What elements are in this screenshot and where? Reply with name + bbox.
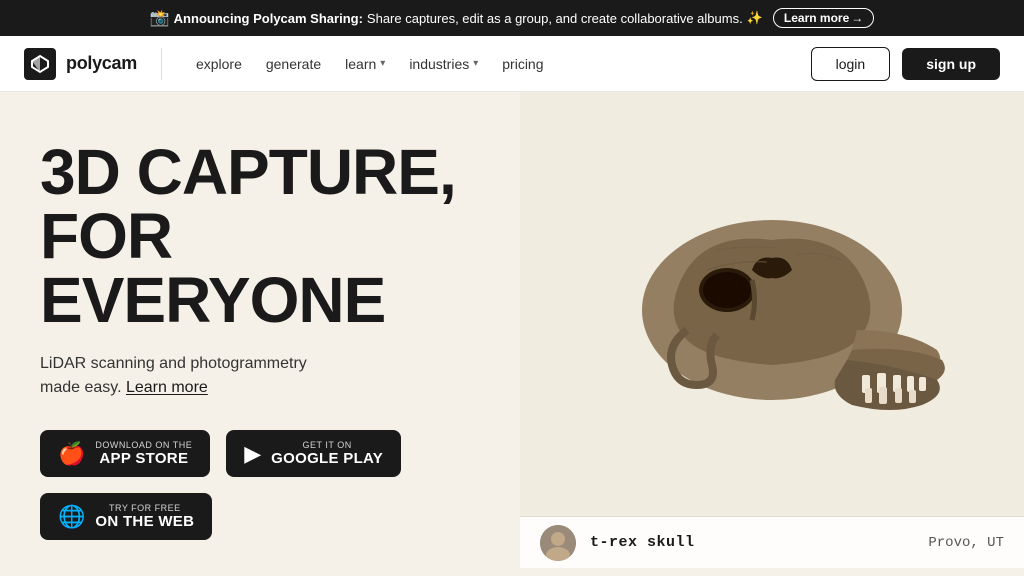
play-icon: ▶: [244, 443, 261, 465]
try-free-large-text: ON THE WEB: [95, 513, 194, 530]
app-store-text: DOWNLOAD ON THE APP STORE: [95, 440, 192, 467]
nav-links: explore generate learn ▾ industries ▾ pr…: [186, 50, 811, 78]
caption-title: t-rex skull: [590, 534, 695, 551]
nav-divider: [161, 48, 162, 80]
main-layout: 3D CAPTURE, FOR EVERYONE LiDAR scanning …: [0, 92, 1024, 568]
skull-svg: [597, 190, 947, 470]
login-button[interactable]: login: [811, 47, 891, 81]
hero-title-line2: EVERYONE: [40, 264, 385, 336]
nav-industries-chevron: ▾: [473, 58, 478, 69]
right-panel: t-rex skull Provo, UT: [520, 92, 1024, 568]
signup-button[interactable]: sign up: [902, 48, 1000, 80]
announcement-bold: Announcing Polycam Sharing:: [174, 11, 363, 26]
logo-area[interactable]: polycam: [24, 48, 137, 80]
hero-subtitle: LiDAR scanning and photogrammetrymade ea…: [40, 352, 480, 400]
web-icon: 🌐: [58, 506, 85, 528]
caption-location: Provo, UT: [928, 535, 1004, 551]
caption-avatar: [540, 525, 576, 561]
try-free-button[interactable]: 🌐 TRY FOR FREE ON THE WEB: [40, 493, 212, 540]
nav-pricing[interactable]: pricing: [492, 50, 553, 78]
left-panel: 3D CAPTURE, FOR EVERYONE LiDAR scanning …: [0, 92, 520, 568]
try-free-small-text: TRY FOR FREE: [95, 503, 194, 513]
google-play-small-text: GET IT ON: [271, 440, 383, 450]
google-play-button[interactable]: ▶ GET IT ON GOOGLE PLAY: [226, 430, 401, 477]
nav-learn[interactable]: learn ▾: [335, 50, 395, 78]
app-store-small-text: DOWNLOAD ON THE: [95, 440, 192, 450]
bottom-caption: t-rex skull Provo, UT: [520, 516, 1024, 568]
hero-learn-more-link[interactable]: Learn more: [126, 379, 208, 396]
google-play-large-text: GOOGLE PLAY: [271, 450, 383, 467]
announcement-sparkle: ✨: [747, 10, 763, 26]
nav-industries-label: industries: [409, 56, 469, 72]
announcement-bar: 📸 Announcing Polycam Sharing: Share capt…: [0, 0, 1024, 36]
app-store-button[interactable]: 🍎 DOWNLOAD ON THE APP STORE: [40, 430, 210, 477]
nav-learn-chevron: ▾: [380, 58, 385, 69]
try-free-row: 🌐 TRY FOR FREE ON THE WEB: [40, 493, 480, 540]
apple-icon: 🍎: [58, 443, 85, 465]
nav-industries[interactable]: industries ▾: [399, 50, 488, 78]
app-store-large-text: APP STORE: [95, 450, 192, 467]
try-free-text: TRY FOR FREE ON THE WEB: [95, 503, 194, 530]
nav-pricing-label: pricing: [502, 56, 543, 72]
nav-generate-label: generate: [266, 56, 321, 72]
nav-explore-label: explore: [196, 56, 242, 72]
announcement-learn-more-label: Learn more: [784, 11, 849, 25]
announcement-arrow: →: [851, 11, 863, 25]
google-play-text: GET IT ON GOOGLE PLAY: [271, 440, 383, 467]
announcement-description: Share captures, edit as a group, and cre…: [367, 11, 743, 26]
cta-buttons: 🍎 DOWNLOAD ON THE APP STORE ▶ GET IT ON …: [40, 430, 480, 477]
nav-explore[interactable]: explore: [186, 50, 252, 78]
nav-learn-label: learn: [345, 56, 376, 72]
announcement-learn-more-link[interactable]: Learn more →: [773, 8, 874, 28]
nav-right: login sign up: [811, 47, 1000, 81]
logo-text: polycam: [66, 53, 137, 74]
hero-title-line1: 3D CAPTURE, FOR: [40, 136, 456, 272]
trex-image-container: [582, 170, 962, 490]
announcement-emoji: 📸: [150, 8, 170, 28]
hero-title: 3D CAPTURE, FOR EVERYONE: [40, 140, 480, 332]
navbar: polycam explore generate learn ▾ industr…: [0, 36, 1024, 92]
logo-icon: [24, 48, 56, 80]
nav-generate[interactable]: generate: [256, 50, 331, 78]
